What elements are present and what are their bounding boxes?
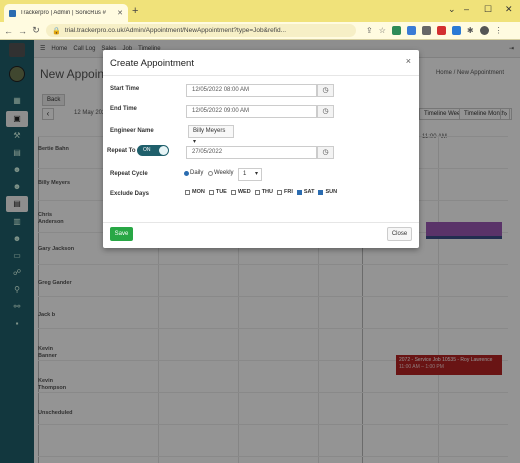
radio-daily[interactable]: Daily <box>184 170 203 176</box>
url-field[interactable]: 🔒 trial.trackerpro.co.uk/Admin/Appointme… <box>46 24 356 37</box>
puzzle-icon[interactable]: ✱ <box>467 26 474 35</box>
clock-icon[interactable]: ◷ <box>317 146 334 159</box>
day-checkbox-fri[interactable]: FRI <box>277 189 293 195</box>
clock-icon[interactable]: ◷ <box>317 84 334 97</box>
close-tab-icon[interactable]: ✕ <box>117 9 123 17</box>
radio-weekly[interactable]: Weekly <box>208 170 234 176</box>
exclude-days-label: Exclude Days <box>110 191 150 197</box>
modal-title: Create Appointment <box>110 58 194 69</box>
forward-arrow-icon[interactable]: → <box>18 26 27 36</box>
chevron-down-icon: ▾ <box>254 171 258 177</box>
maximize-icon[interactable]: ☐ <box>484 4 492 15</box>
engineer-select[interactable]: Billy Meyers ▾ <box>188 125 234 145</box>
radio-dot <box>184 170 189 176</box>
minimize-icon[interactable]: – <box>464 4 469 14</box>
lock-icon: 🔒 <box>52 27 61 35</box>
browser-tab[interactable]: Trackerpro | Admin | SonicRus # ✕ <box>4 4 128 22</box>
caret-down-icon: ▾ <box>193 139 197 145</box>
day-checkbox-sun[interactable]: SUN <box>318 189 337 195</box>
day-checkbox-mon[interactable]: MON <box>185 189 205 195</box>
menu-dots-icon[interactable]: ⋮ <box>495 26 503 35</box>
start-time-input[interactable]: 12/05/2022 08:00 AM <box>186 84 317 97</box>
extension-gray-icon[interactable] <box>421 26 431 35</box>
star-icon[interactable]: ☆ <box>379 26 386 35</box>
engineer-select-value: Billy Meyers <box>193 128 226 134</box>
start-time-label: Start Time <box>110 86 140 92</box>
address-bar-row: ← → ↻ 🔒 trial.trackerpro.co.uk/Admin/App… <box>0 22 520 40</box>
exclude-days-group: MON TUE WED THU FRI SAT SUN <box>185 189 337 195</box>
profile-icon[interactable] <box>479 26 489 35</box>
close-button[interactable]: Close <box>387 227 412 241</box>
repeat-date-input[interactable]: 27/05/2022 <box>186 146 317 159</box>
end-time-label: End Time <box>110 106 137 112</box>
toggle-knob <box>159 146 168 155</box>
day-checkbox-thu[interactable]: THU <box>254 189 273 195</box>
repeat-toggle[interactable]: ON <box>137 145 169 156</box>
tab-title: Trackerpro | Admin | SonicRus # <box>20 10 106 16</box>
reload-icon[interactable]: ↻ <box>32 25 40 36</box>
back-arrow-icon[interactable]: ← <box>4 26 13 36</box>
url-text: trial.trackerpro.co.uk/Admin/Appointment… <box>64 27 287 34</box>
share-icon[interactable]: ⇪ <box>366 26 373 35</box>
chevron-down-icon[interactable]: ⌄ <box>448 4 456 15</box>
clock-icon[interactable]: ◷ <box>317 105 334 118</box>
day-checkbox-wed[interactable]: WED <box>230 189 251 195</box>
browser-tab-bar: Trackerpro | Admin | SonicRus # ✕ + ⌄ – … <box>0 0 520 22</box>
save-button[interactable]: Save <box>110 227 133 241</box>
close-icon[interactable]: × <box>406 56 411 66</box>
engineer-name-label: Engineer Name <box>110 128 154 134</box>
radio-dot <box>208 170 213 176</box>
end-time-input[interactable]: 12/05/2022 09:00 AM <box>186 105 317 118</box>
day-checkbox-sat[interactable]: SAT <box>296 189 314 195</box>
repeat-cycle-label: Repeat Cycle <box>110 171 148 177</box>
repeat-to-label: Repeat To <box>107 148 136 154</box>
close-window-icon[interactable]: ✕ <box>505 4 513 15</box>
modal-footer-divider <box>103 222 419 223</box>
repeat-toggle-label: ON <box>143 147 151 153</box>
extension-blue-icon[interactable] <box>406 26 416 35</box>
new-tab-icon[interactable]: + <box>132 5 138 17</box>
extension-globe-icon[interactable] <box>451 26 461 35</box>
cycle-count-select[interactable]: 1 ▾ <box>238 168 262 181</box>
pdf-extension-icon[interactable] <box>436 26 446 35</box>
day-checkbox-tue[interactable]: TUE <box>208 189 227 195</box>
favicon-icon <box>9 9 16 17</box>
extension-green-icon[interactable] <box>391 26 401 35</box>
